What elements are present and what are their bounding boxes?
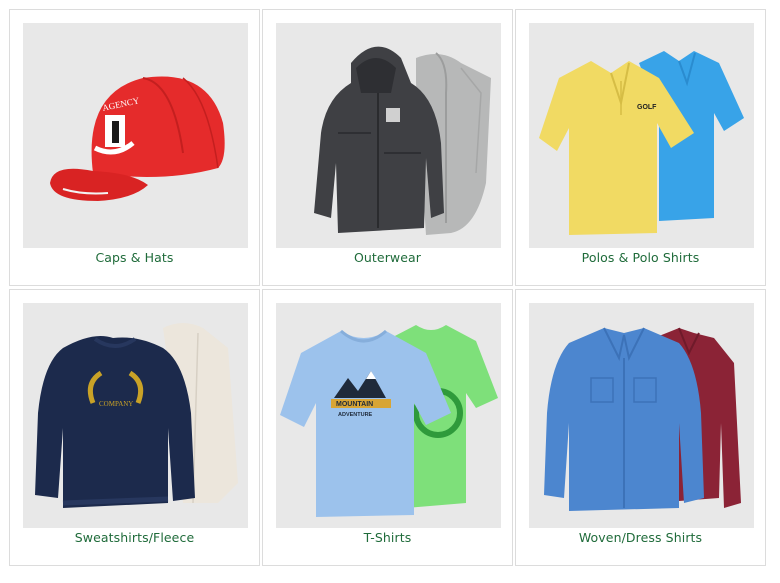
tshirt-logo-text: MOUNTAIN bbox=[336, 401, 373, 408]
category-label[interactable]: Polos & Polo Shirts bbox=[516, 250, 765, 265]
category-grid: AGENCY Caps & Hats Outerwear GOLF Polos … bbox=[9, 9, 769, 569]
polo-logo-text: GOLF bbox=[637, 104, 657, 111]
dress-shirts-image[interactable] bbox=[529, 303, 754, 528]
category-card-polos[interactable]: GOLF Polos & Polo Shirts bbox=[515, 9, 766, 286]
category-label[interactable]: Sweatshirts/Fleece bbox=[10, 530, 259, 545]
category-card-tshirts[interactable]: MOUNTAIN ADVENTURE T-Shirts bbox=[262, 289, 513, 566]
sweatshirt-fleece-image[interactable]: COMPANY bbox=[23, 303, 248, 528]
jacket-vest-image[interactable] bbox=[276, 23, 501, 248]
category-label[interactable]: Caps & Hats bbox=[10, 250, 259, 265]
red-cap-image[interactable]: AGENCY bbox=[23, 23, 248, 248]
category-card-sweatshirts[interactable]: COMPANY Sweatshirts/Fleece bbox=[9, 289, 260, 566]
tshirts-image[interactable]: MOUNTAIN ADVENTURE bbox=[276, 303, 501, 528]
category-label[interactable]: Woven/Dress Shirts bbox=[516, 530, 765, 545]
polo-shirts-image[interactable]: GOLF bbox=[529, 23, 754, 248]
category-label[interactable]: Outerwear bbox=[263, 250, 512, 265]
category-card-woven-dress[interactable]: Woven/Dress Shirts bbox=[515, 289, 766, 566]
sweatshirt-logo-text: COMPANY bbox=[99, 400, 133, 408]
tshirt-logo-subtext: ADVENTURE bbox=[338, 412, 373, 418]
category-card-outerwear[interactable]: Outerwear bbox=[262, 9, 513, 286]
category-card-caps-hats[interactable]: AGENCY Caps & Hats bbox=[9, 9, 260, 286]
category-label[interactable]: T-Shirts bbox=[263, 530, 512, 545]
